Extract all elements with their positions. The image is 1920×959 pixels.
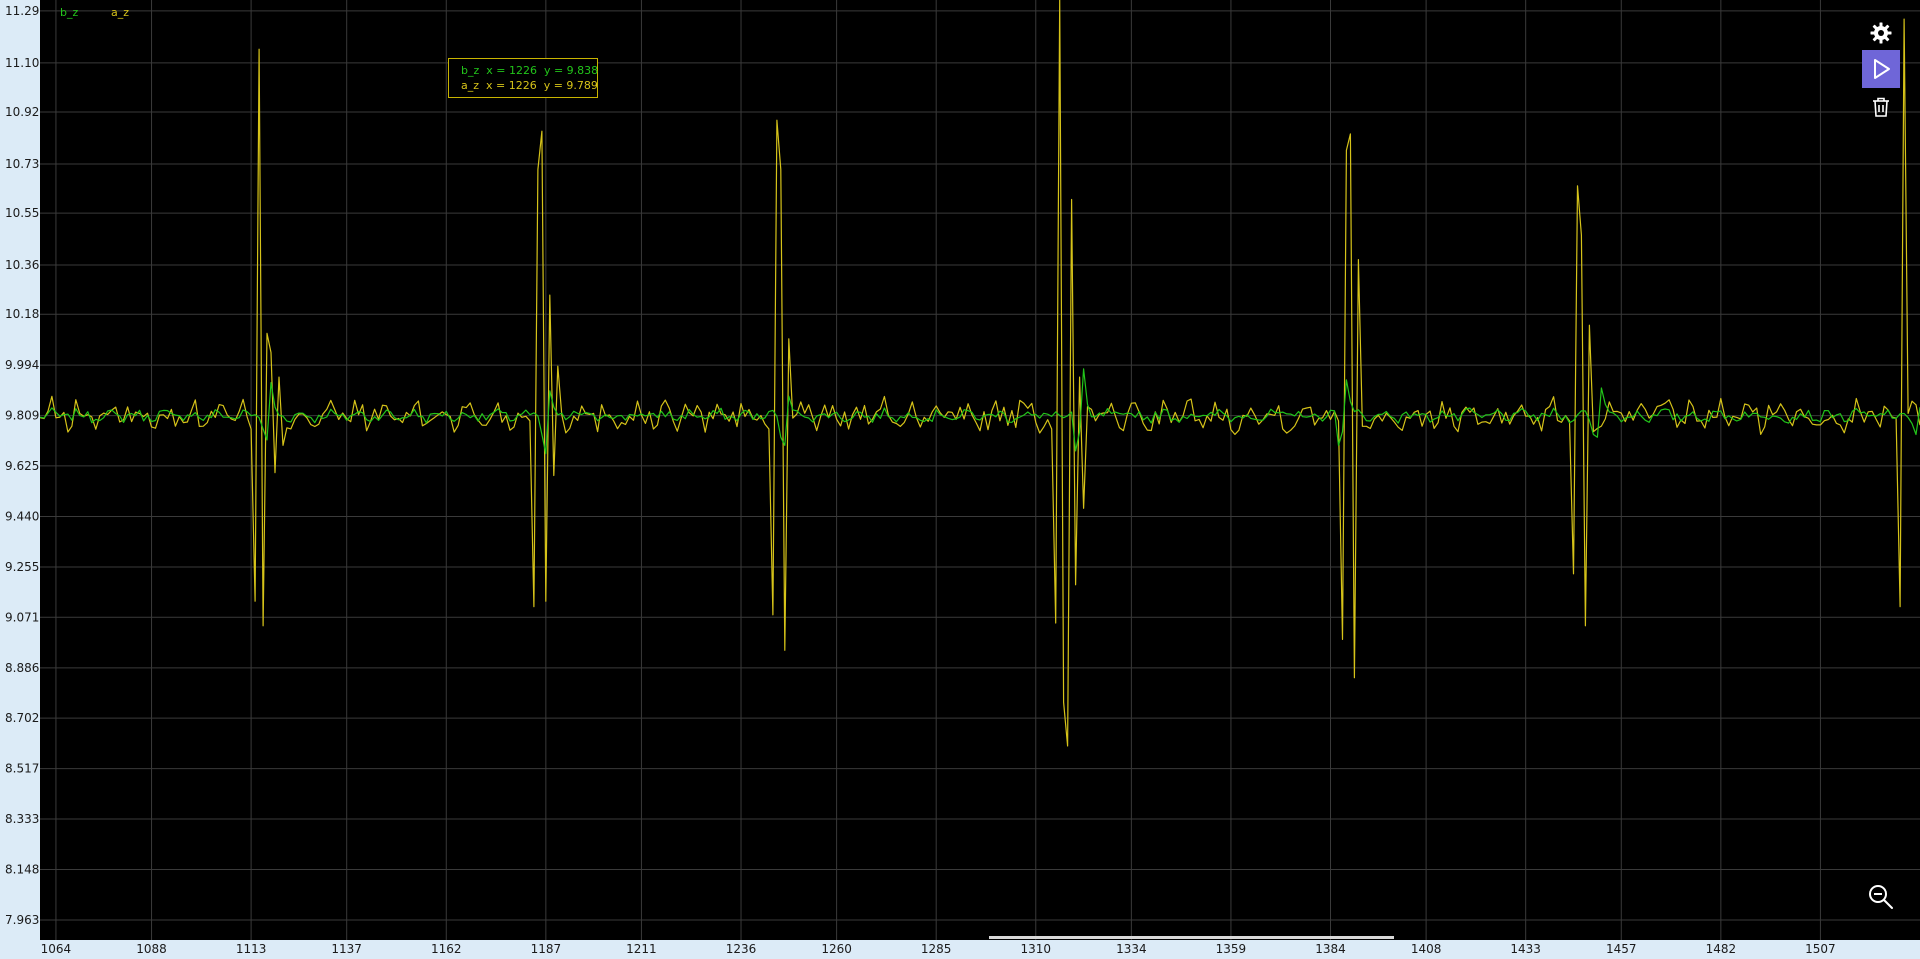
y-tick-label: 11.10: [5, 56, 39, 70]
zoom-out-button[interactable]: [1862, 878, 1900, 916]
y-tick-label: 8.886: [5, 661, 39, 675]
y-tick-label: 10.73: [5, 157, 39, 171]
settings-button[interactable]: [1862, 14, 1900, 52]
legend-a_z: a_z: [111, 6, 129, 19]
trash-icon: [1873, 97, 1889, 117]
tooltip-line-b_z: b_z x = 1226 y = 9.838: [461, 64, 599, 77]
y-tick-label: 9.255: [5, 560, 39, 574]
y-tick-label: 8.148: [5, 863, 39, 877]
legend-b_z: b_z: [60, 6, 78, 19]
play-icon: [1874, 59, 1890, 79]
delete-button[interactable]: [1862, 88, 1900, 126]
y-tick-label: 9.440: [5, 509, 39, 523]
y-tick-label: 7.963: [5, 913, 39, 927]
y-tick-label: 9.071: [5, 610, 39, 624]
y-tick-label: 8.702: [5, 711, 39, 725]
grid-lines: [40, 0, 1920, 940]
y-tick-label: 8.333: [5, 812, 39, 826]
series-line-b_z: [40, 368, 1920, 455]
y-tick-label: 9.994: [5, 358, 39, 372]
y-tick-label: 10.18: [5, 307, 39, 321]
y-tick-label: 8.517: [5, 762, 39, 776]
data-tooltip: b_z x = 1226 y = 9.838 a_z x = 1226 y = …: [448, 58, 598, 98]
plot-area[interactable]: b_z a_z b_z x = 1226 y = 9.838 a_z x = 1…: [40, 0, 1920, 940]
y-tick-label: 9.809: [5, 409, 39, 423]
y-tick-label: 11.29: [5, 4, 39, 18]
y-tick-label: 9.625: [5, 459, 39, 473]
legend: b_z a_z: [60, 6, 129, 19]
y-tick-label: 10.36: [5, 258, 39, 272]
tooltip-line-a_z: a_z x = 1226 y = 9.789: [461, 79, 598, 92]
zoom-out-icon: [1869, 885, 1893, 909]
y-axis: 11.29 11.10 10.92 10.73 10.55 10.36 10.18 9.994…: [5, 4, 39, 927]
play-button[interactable]: [1862, 50, 1900, 88]
horizontal-scrollbar-thumb[interactable]: [989, 936, 1394, 939]
y-tick-label: 10.92: [5, 105, 39, 119]
y-tick-label: 10.55: [5, 206, 39, 220]
gear-icon: [1870, 22, 1892, 44]
line-chart[interactable]: b_z a_z: [40, 0, 1920, 959]
